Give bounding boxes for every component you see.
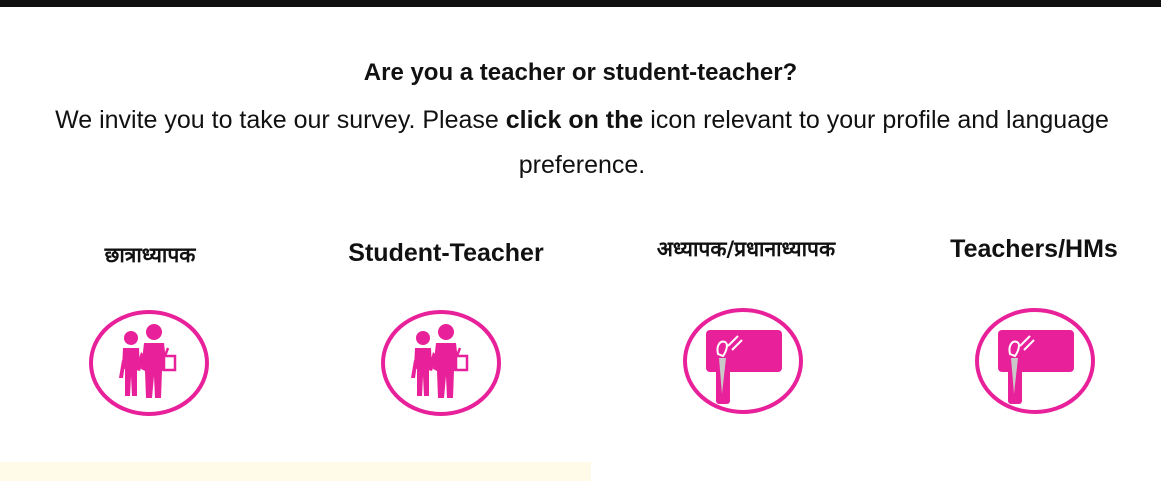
survey-heading: Are you a teacher or student-teacher? [363,59,798,86]
option-teacher-hm-english: Teachers/HMs [904,226,1161,426]
bottom-panel [0,462,591,481]
teacher-board-icon [683,308,803,414]
intro-text-start: We invite you to take our survey. Please [55,106,506,134]
survey-intro: We invite you to take our survey. Please… [40,98,1124,188]
option-label: छात्राध्यापक [104,243,196,267]
intro-text-bold: click on the [505,106,644,134]
option-label: Student-Teacher [348,239,544,267]
option-student-teacher-english: Student-Teacher [316,226,576,426]
option-label: Teachers/HMs [950,235,1118,263]
teacher-hm-hindi-link[interactable] [682,306,804,416]
student-teacher-hindi-link[interactable] [88,308,210,418]
option-teacher-hm-hindi: अध्यापक/प्रधानाध्यापक [616,226,876,426]
student-teacher-icon [381,310,501,416]
option-label: अध्यापक/प्रधानाध्यापक [656,237,836,261]
student-teacher-english-link[interactable] [380,308,502,418]
student-teacher-icon [89,310,209,416]
teacher-board-icon [975,308,1095,414]
teacher-hm-english-link[interactable] [974,306,1096,416]
option-student-teacher-hindi: छात्राध्यापक [20,226,280,426]
top-rule [0,0,1161,7]
